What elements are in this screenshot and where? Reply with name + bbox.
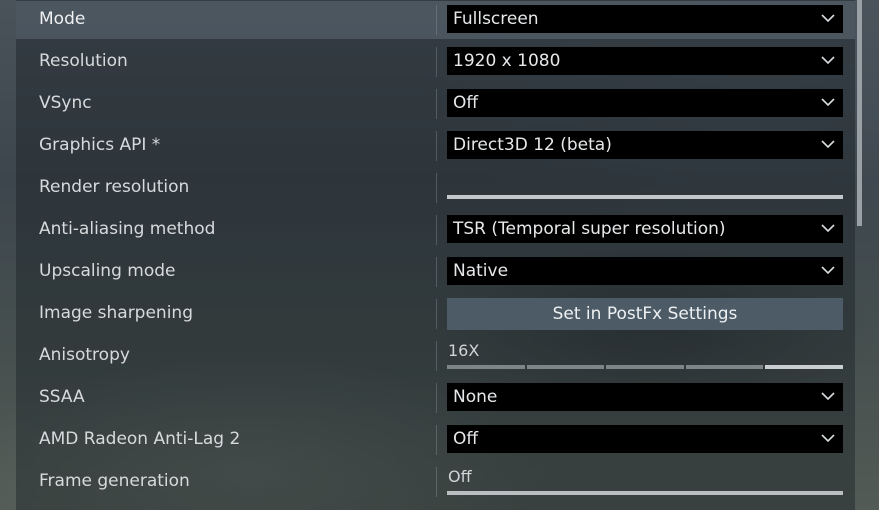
upscaling-mode-dropdown[interactable]: Native — [447, 257, 843, 285]
vsync-value: Off — [453, 93, 479, 113]
setting-label-image-sharpening: Image sharpening — [39, 303, 193, 323]
setting-row-upscaling-mode[interactable]: Upscaling mode Native — [16, 253, 855, 291]
setting-row-anti-aliasing[interactable]: Anti-aliasing method TSR (Temporal super… — [16, 211, 855, 249]
setting-row-vsync[interactable]: VSync Off — [16, 85, 855, 123]
row-divider — [436, 89, 437, 119]
setting-row-graphics-api[interactable]: Graphics API * Direct3D 12 (beta) — [16, 127, 855, 165]
anti-aliasing-dropdown[interactable]: TSR (Temporal super resolution) — [447, 215, 843, 243]
setting-label-mode: Mode — [39, 9, 86, 29]
anisotropy-slider-segment[interactable] — [447, 365, 525, 369]
setting-row-resolution[interactable]: Resolution 1920 x 1080 — [16, 43, 855, 81]
anti-aliasing-value: TSR (Temporal super resolution) — [453, 219, 726, 239]
ssaa-dropdown[interactable]: None — [447, 383, 843, 411]
anisotropy-slider-segment[interactable] — [606, 365, 684, 369]
resolution-value: 1920 x 1080 — [453, 51, 561, 71]
chevron-down-icon — [821, 140, 835, 149]
setting-row-frame-generation[interactable]: Frame generation Off — [16, 463, 855, 501]
row-divider — [436, 299, 437, 329]
row-divider — [436, 425, 437, 455]
graphics-api-dropdown[interactable]: Direct3D 12 (beta) — [447, 131, 843, 159]
anti-lag-dropdown[interactable]: Off — [447, 425, 843, 453]
postfx-settings-button[interactable]: Set in PostFx Settings — [447, 298, 843, 330]
anti-lag-value: Off — [453, 429, 479, 449]
setting-label-anisotropy: Anisotropy — [39, 345, 130, 365]
setting-label-resolution: Resolution — [39, 51, 128, 71]
graphics-api-value: Direct3D 12 (beta) — [453, 135, 612, 155]
ssaa-value: None — [453, 387, 498, 407]
anisotropy-slider-segment[interactable] — [685, 365, 764, 369]
row-divider — [436, 341, 437, 371]
row-divider — [436, 173, 437, 203]
upscaling-mode-value: Native — [453, 261, 509, 281]
resolution-dropdown[interactable]: 1920 x 1080 — [447, 47, 843, 75]
mode-value: Fullscreen — [453, 9, 539, 29]
chevron-down-icon — [821, 434, 835, 443]
anisotropy-slider-segment[interactable] — [765, 365, 843, 369]
setting-label-anti-lag: AMD Radeon Anti-Lag 2 — [39, 429, 241, 449]
setting-row-render-resolution[interactable]: Render resolution — [16, 169, 855, 207]
setting-label-ssaa: SSAA — [39, 387, 85, 407]
row-divider — [436, 131, 437, 161]
anisotropy-slider-segment[interactable] — [526, 365, 605, 369]
render-resolution-slider[interactable] — [447, 195, 843, 199]
chevron-down-icon — [821, 224, 835, 233]
mode-dropdown[interactable]: Fullscreen — [447, 5, 843, 33]
setting-label-anti-aliasing: Anti-aliasing method — [39, 219, 216, 239]
chevron-down-icon — [821, 14, 835, 23]
row-divider — [436, 5, 437, 35]
scrollbar[interactable] — [857, 0, 862, 226]
row-divider — [436, 257, 437, 287]
setting-row-mode[interactable]: Mode Fullscreen — [16, 1, 855, 39]
chevron-down-icon — [821, 392, 835, 401]
chevron-down-icon — [821, 56, 835, 65]
row-divider — [436, 215, 437, 245]
setting-label-graphics-api: Graphics API * — [39, 135, 161, 155]
postfx-settings-button-label: Set in PostFx Settings — [552, 304, 738, 324]
setting-row-anisotropy[interactable]: Anisotropy 16X — [16, 337, 855, 375]
row-divider — [436, 383, 437, 413]
row-divider — [436, 47, 437, 77]
anisotropy-slider[interactable] — [447, 365, 843, 369]
chevron-down-icon — [821, 98, 835, 107]
setting-row-anti-lag[interactable]: AMD Radeon Anti-Lag 2 Off — [16, 421, 855, 459]
setting-label-render-resolution: Render resolution — [39, 177, 190, 197]
anisotropy-value: 16X — [448, 341, 480, 360]
chevron-down-icon — [821, 266, 835, 275]
frame-generation-slider[interactable] — [447, 491, 843, 495]
frame-generation-value: Off — [448, 467, 472, 486]
setting-row-image-sharpening[interactable]: Image sharpening Set in PostFx Settings — [16, 295, 855, 333]
row-divider — [436, 467, 437, 497]
setting-label-upscaling-mode: Upscaling mode — [39, 261, 176, 281]
setting-label-frame-generation: Frame generation — [39, 471, 190, 491]
vsync-dropdown[interactable]: Off — [447, 89, 843, 117]
setting-label-vsync: VSync — [39, 93, 92, 113]
setting-row-ssaa[interactable]: SSAA None — [16, 379, 855, 417]
